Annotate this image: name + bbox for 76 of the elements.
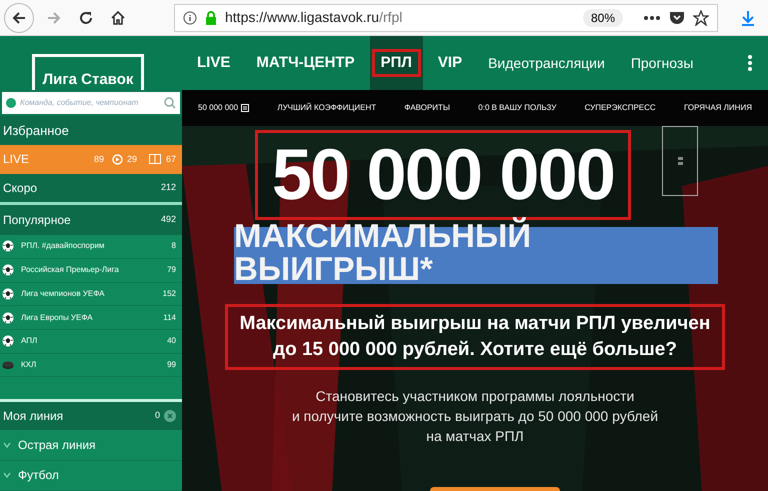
info-icon [183,10,197,24]
nav-tab[interactable]: Видеотрансляции [479,49,614,77]
item-count: 492 [160,213,176,226]
sidebar-item[interactable]: Скоро 212 [0,174,182,202]
search-icon[interactable] [164,97,176,109]
forward-icon [46,10,62,26]
lock-icon [205,10,217,24]
nav-tab[interactable]: МАТЧ-ЦЕНТР [247,49,364,77]
item-count: 212 [160,181,176,194]
league-item[interactable]: Лига чемпионов УЕФА 152 [0,282,182,306]
item-count: 79 [167,264,176,276]
league-label: РПЛ. #давайпоспорим [21,240,106,252]
league-label: Российская Премьер-Лига [21,264,120,276]
league-label: АПЛ [21,335,38,348]
football-icon [2,240,14,252]
item-label: Моя линия [3,408,64,426]
league-item[interactable]: Лига Европы УЕФА 114 [0,306,182,330]
item-label: Скоро [3,180,38,197]
clear-icon [6,98,16,108]
item-count: 0 [154,409,160,422]
headline: МАКСИМАЛЬНЫЙ ВЫИГРЫШ* [234,219,532,285]
zoom-badge[interactable]: 80% [582,8,623,26]
reload-icon [78,10,94,26]
menu-icon[interactable] [748,55,752,71]
football-icon [2,264,14,276]
promo-tab[interactable]: ГОРЯЧАЯ ЛИНИЯ [684,102,752,114]
promo-subtitle: Максимальный выигрыш на матчи РПЛ увеличен до 15 000 000 рублей. Хотите ещё больше? [225,304,725,370]
sidebar-item[interactable]: Избранное [0,116,182,146]
puck-icon [2,358,14,371]
thumbnail-frame[interactable] [662,126,698,196]
football-icon [2,288,14,300]
play-icon [112,154,123,165]
nav-tab[interactable]: VIP [428,49,472,77]
league-item[interactable]: АПЛ 40 [0,330,182,354]
promo-description: Становитесь участником программы лояльности и получите возможность выиграть до 50 000 000 рублей на матчах РПЛ [292,387,658,446]
back-icon [11,10,27,26]
promo-tab[interactable]: ФАВОРИТЫ [404,102,450,114]
football-icon [2,312,14,324]
league-item[interactable]: РПЛ. #давайпоспорим 8 [0,235,182,259]
nav-tab[interactable]: LIVE [188,49,240,77]
address-bar[interactable]: https://www.ligastavok.ru/rfpl 80% [174,4,718,32]
promo-tab[interactable]: СУПЕРЭКСПРЕСС [584,102,656,114]
promo-tab[interactable]: 0:0 В ВАШУ ПОЛЬЗУ [478,102,556,114]
back-button[interactable] [4,2,34,32]
section-label: Футбол [18,467,59,484]
dots-icon [678,157,682,165]
download-icon [740,10,756,26]
more-icon [643,14,661,20]
league-item[interactable]: КХЛ 99 [0,354,182,378]
item-count: 8 [172,240,176,252]
item-count: 152 [162,288,176,300]
section-label: Острая линия [18,437,96,454]
item-count: 99 [167,358,176,371]
scoreboard-icon [148,154,161,164]
league-item[interactable]: Российская Премьер-Лига 79 [0,258,182,282]
calendar-icon [241,104,250,112]
nav-tab[interactable]: Прогнозы [622,49,702,77]
item-count: 114 [163,312,176,324]
pocket-icon [669,10,685,24]
promo-tab[interactable]: ЛУЧШИЙ КОЭФФИЦИЕНТ [277,102,376,114]
league-label: Лига чемпионов УЕФА [21,288,106,300]
search-box[interactable]: Команда, событие, чемпионат [2,92,180,114]
clear-icon [164,410,176,422]
item-label: Популярное [3,212,72,229]
promo-tab[interactable]: 50 000 000 [198,102,250,114]
sidebar-item[interactable]: Популярное 492 [0,204,182,236]
home-icon [110,10,126,26]
league-label: КХЛ [21,358,38,371]
football-icon [2,335,14,348]
url-text: https://www.ligastavok.ru/rfpl [225,8,404,27]
league-label: Лига Европы УЕФА [21,312,94,324]
star-icon [693,10,709,26]
prize-amount: 50 000 000 [272,139,614,211]
item-count: 40 [167,335,176,348]
sidebar-item[interactable]: Моя линия 0 [0,402,182,430]
nav-tab[interactable]: РПЛ [372,49,421,77]
